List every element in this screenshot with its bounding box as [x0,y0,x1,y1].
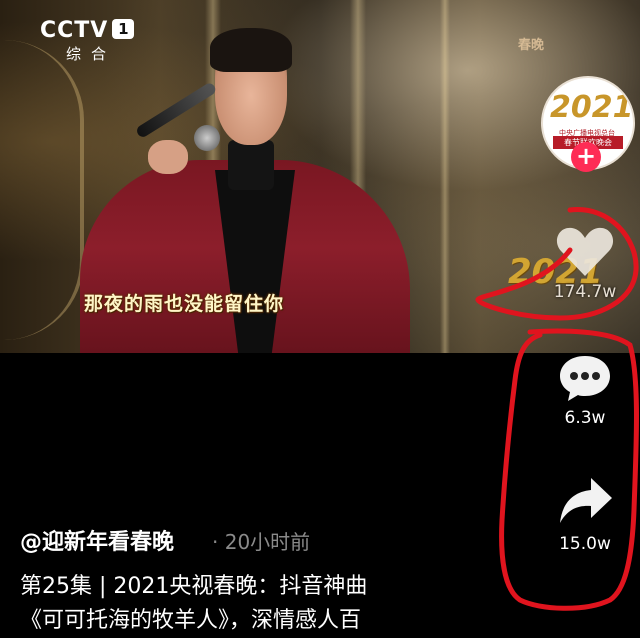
like-button[interactable]: 174.7w [545,220,625,302]
like-count: 174.7w [553,282,617,302]
cctv-logo: CCTV 1 综合 [40,18,135,64]
plus-icon: + [575,142,597,170]
singer-hand [148,140,188,174]
microphone-head [194,125,220,151]
share-button[interactable]: 15.0w [545,474,625,554]
share-count: 15.0w [559,534,611,554]
gala-watermark: 春晚 [518,38,545,53]
video-description[interactable]: 第25集 | 2021央视春晚：抖音神曲 《可可托海的牧羊人》，深情感人百 [20,570,460,638]
follow-button[interactable]: + [571,142,601,172]
comment-button[interactable]: 6.3w [545,352,625,428]
channel-number: 1 [112,19,135,39]
post-time: · 20小时前 [212,530,311,554]
stage-decoration [0,40,84,340]
heart-icon [556,227,614,276]
video-player[interactable]: CCTV 1 综合 春晚 2021 那夜的雨也没能留住你 [0,0,640,353]
comment-bubble-icon [560,356,610,401]
author-name[interactable]: @迎新年看春晚 [20,524,174,556]
avatar-year: 2021 [550,90,634,125]
stage-light [440,0,450,353]
singer-neck [228,140,274,190]
description-line: 《可可托海的牧羊人》，深情感人百 [20,608,362,633]
singer-hair [210,28,292,72]
channel-subtitle: 综合 [66,45,117,63]
comment-count: 6.3w [564,408,606,428]
lyrics-subtitle: 那夜的雨也没能留住你 [84,293,285,315]
share-arrow-icon [560,478,612,523]
cctv-logo-text: CCTV [40,18,109,43]
description-line: 第25集 | 2021央视春晚：抖音神曲 [20,574,368,599]
